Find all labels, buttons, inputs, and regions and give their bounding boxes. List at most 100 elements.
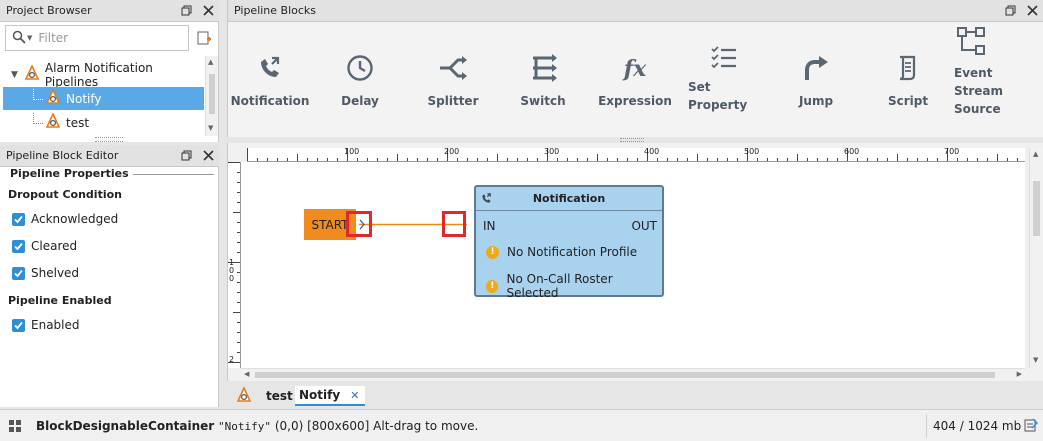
- tool-label: Script: [887, 94, 929, 108]
- tree-item-label: Notify: [66, 91, 102, 106]
- expand-chevron-icon[interactable]: ▼: [11, 70, 18, 80]
- restore-icon[interactable]: [1003, 3, 1017, 17]
- restore-icon[interactable]: [179, 3, 193, 17]
- pipeline-folder-icon: [24, 64, 40, 84]
- out-port-label: OUT: [631, 219, 657, 233]
- tree-item-alarm-notification-pipelines[interactable]: ▼ Alarm Notification Pipelines: [3, 61, 204, 89]
- filter-field[interactable]: ▼: [5, 25, 189, 51]
- tab-close-icon[interactable]: ✕: [350, 389, 359, 402]
- acknowledged-checkbox[interactable]: Acknowledged: [12, 212, 118, 226]
- notification-tool[interactable]: Notification: [231, 22, 309, 134]
- splitter-grip[interactable]: [95, 137, 123, 142]
- pipeline-enabled-title: Pipeline Enabled: [8, 294, 112, 307]
- script-icon: [894, 46, 922, 82]
- checkbox-label: Enabled: [31, 318, 80, 332]
- cleared-checkbox[interactable]: Cleared: [12, 239, 77, 253]
- scroll-down-icon[interactable]: ▼: [208, 124, 213, 132]
- divider: [926, 414, 927, 438]
- network-icon: [956, 27, 986, 56]
- dropdown-caret-icon: ▼: [27, 34, 33, 42]
- memory-usage: 404 / 1024 mb: [933, 419, 1022, 433]
- tool-label: Jump: [798, 94, 834, 108]
- ruler-label: 300: [544, 148, 560, 156]
- scroll-right-icon[interactable]: ▶: [1017, 370, 1022, 378]
- tab-notify[interactable]: Notify ✕: [295, 386, 365, 406]
- set-property-tool[interactable]: Set Property: [688, 22, 748, 134]
- tab-test[interactable]: test: [266, 386, 293, 406]
- tree-item-test[interactable]: test: [3, 111, 204, 134]
- splitter-grip[interactable]: [620, 138, 644, 142]
- status-component-name: "Notify": [218, 420, 271, 433]
- event-stream-source-tool[interactable]: Event Stream Source: [954, 22, 1016, 134]
- pipeline-blocks-panel: Pipeline Blocks Notification Delay Split…: [227, 0, 1043, 137]
- scroll-thumb[interactable]: [209, 74, 215, 114]
- ruler-label: 500: [744, 148, 760, 156]
- delay-tool[interactable]: Delay: [330, 22, 390, 134]
- checkmark-icon[interactable]: [12, 212, 25, 226]
- scroll-thumb[interactable]: [1033, 181, 1040, 236]
- scroll-down-icon[interactable]: ▼: [1033, 356, 1038, 364]
- checkmark-icon[interactable]: [12, 318, 25, 332]
- horizontal-ruler: 100 200 300 400 500 600 700: [247, 148, 1025, 162]
- phone-icon: [256, 46, 284, 82]
- warning-text: No Notification Profile: [507, 245, 638, 259]
- close-icon[interactable]: [201, 148, 215, 162]
- warning-text: No On-Call Roster Selected: [506, 272, 613, 300]
- scroll-up-icon[interactable]: ▲: [208, 58, 213, 66]
- pipeline-properties-title: Pipeline Properties: [6, 167, 133, 180]
- tab-label: Notify: [299, 388, 341, 402]
- tree-item-label: test: [66, 115, 90, 130]
- tool-label: Expression: [598, 94, 672, 108]
- tree-line-icon: [33, 113, 43, 124]
- output-port-highlight: [346, 211, 372, 237]
- ruler-label: 700: [944, 148, 960, 156]
- pipeline-icon: [45, 112, 61, 132]
- ruler-label: 100: [344, 148, 360, 156]
- pipeline-icon: [236, 386, 252, 406]
- ruler-label: 600: [844, 148, 860, 156]
- scroll-left-icon[interactable]: ◀: [244, 370, 249, 378]
- memory-gc-icon[interactable]: [1024, 418, 1039, 435]
- project-browser-header: Project Browser: [0, 0, 219, 22]
- clock-icon: [346, 46, 374, 82]
- new-item-icon[interactable]: [196, 30, 212, 49]
- script-tool[interactable]: Script: [880, 22, 936, 134]
- checkmark-icon[interactable]: [12, 266, 25, 280]
- scroll-up-icon[interactable]: ▲: [1033, 150, 1038, 158]
- close-icon[interactable]: [1025, 3, 1039, 17]
- design-surface[interactable]: START Notification IN OUT ! No Notificat…: [241, 162, 1025, 368]
- pipeline-icon: [45, 88, 61, 108]
- shelved-checkbox[interactable]: Shelved: [12, 266, 79, 280]
- scroll-thumb[interactable]: [255, 372, 995, 378]
- pipeline-blocks-header: Pipeline Blocks: [228, 0, 1043, 22]
- tool-label: Set Property: [688, 80, 748, 112]
- in-port-label: IN: [483, 219, 496, 233]
- pipeline-block-editor-panel: Pipeline Block Editor Pipeline Propertie…: [0, 145, 219, 407]
- tree-scrollbar[interactable]: ▲ ▼: [205, 56, 218, 136]
- checkmark-icon[interactable]: [12, 239, 25, 253]
- checkbox-label: Acknowledged: [31, 212, 119, 226]
- expression-tool[interactable]: fx Expression: [598, 22, 672, 134]
- ruler-label: 2: [229, 355, 235, 364]
- status-message: BlockDesignableContainer "Notify" (0,0) …: [36, 419, 478, 433]
- warning-icon: !: [486, 279, 499, 293]
- close-icon[interactable]: [201, 3, 215, 17]
- vertical-scrollbar[interactable]: ▲ ▼: [1029, 148, 1043, 368]
- search-icon: [12, 30, 26, 47]
- restore-icon[interactable]: [179, 148, 193, 162]
- filter-input[interactable]: [38, 31, 189, 45]
- notification-block[interactable]: Notification IN OUT ! No Notification Pr…: [474, 185, 664, 300]
- phone-icon: [480, 192, 493, 208]
- enabled-checkbox[interactable]: Enabled: [12, 318, 80, 332]
- switch-tool[interactable]: Switch: [510, 22, 576, 134]
- warning-row: ! No On-Call Roster Selected: [486, 272, 662, 300]
- tree-item-notify[interactable]: Notify: [3, 87, 204, 110]
- splitter-tool[interactable]: Splitter: [418, 22, 488, 134]
- horizontal-scrollbar[interactable]: ◀ ▶: [241, 368, 1025, 381]
- panel-title: Pipeline Blocks: [234, 4, 317, 17]
- block-editor-header: Pipeline Block Editor: [0, 145, 219, 167]
- warning-row: ! No Notification Profile: [486, 245, 637, 259]
- ruler-label: 400: [644, 148, 660, 156]
- tool-label: Notification: [230, 94, 310, 108]
- jump-tool[interactable]: Jump: [788, 22, 844, 134]
